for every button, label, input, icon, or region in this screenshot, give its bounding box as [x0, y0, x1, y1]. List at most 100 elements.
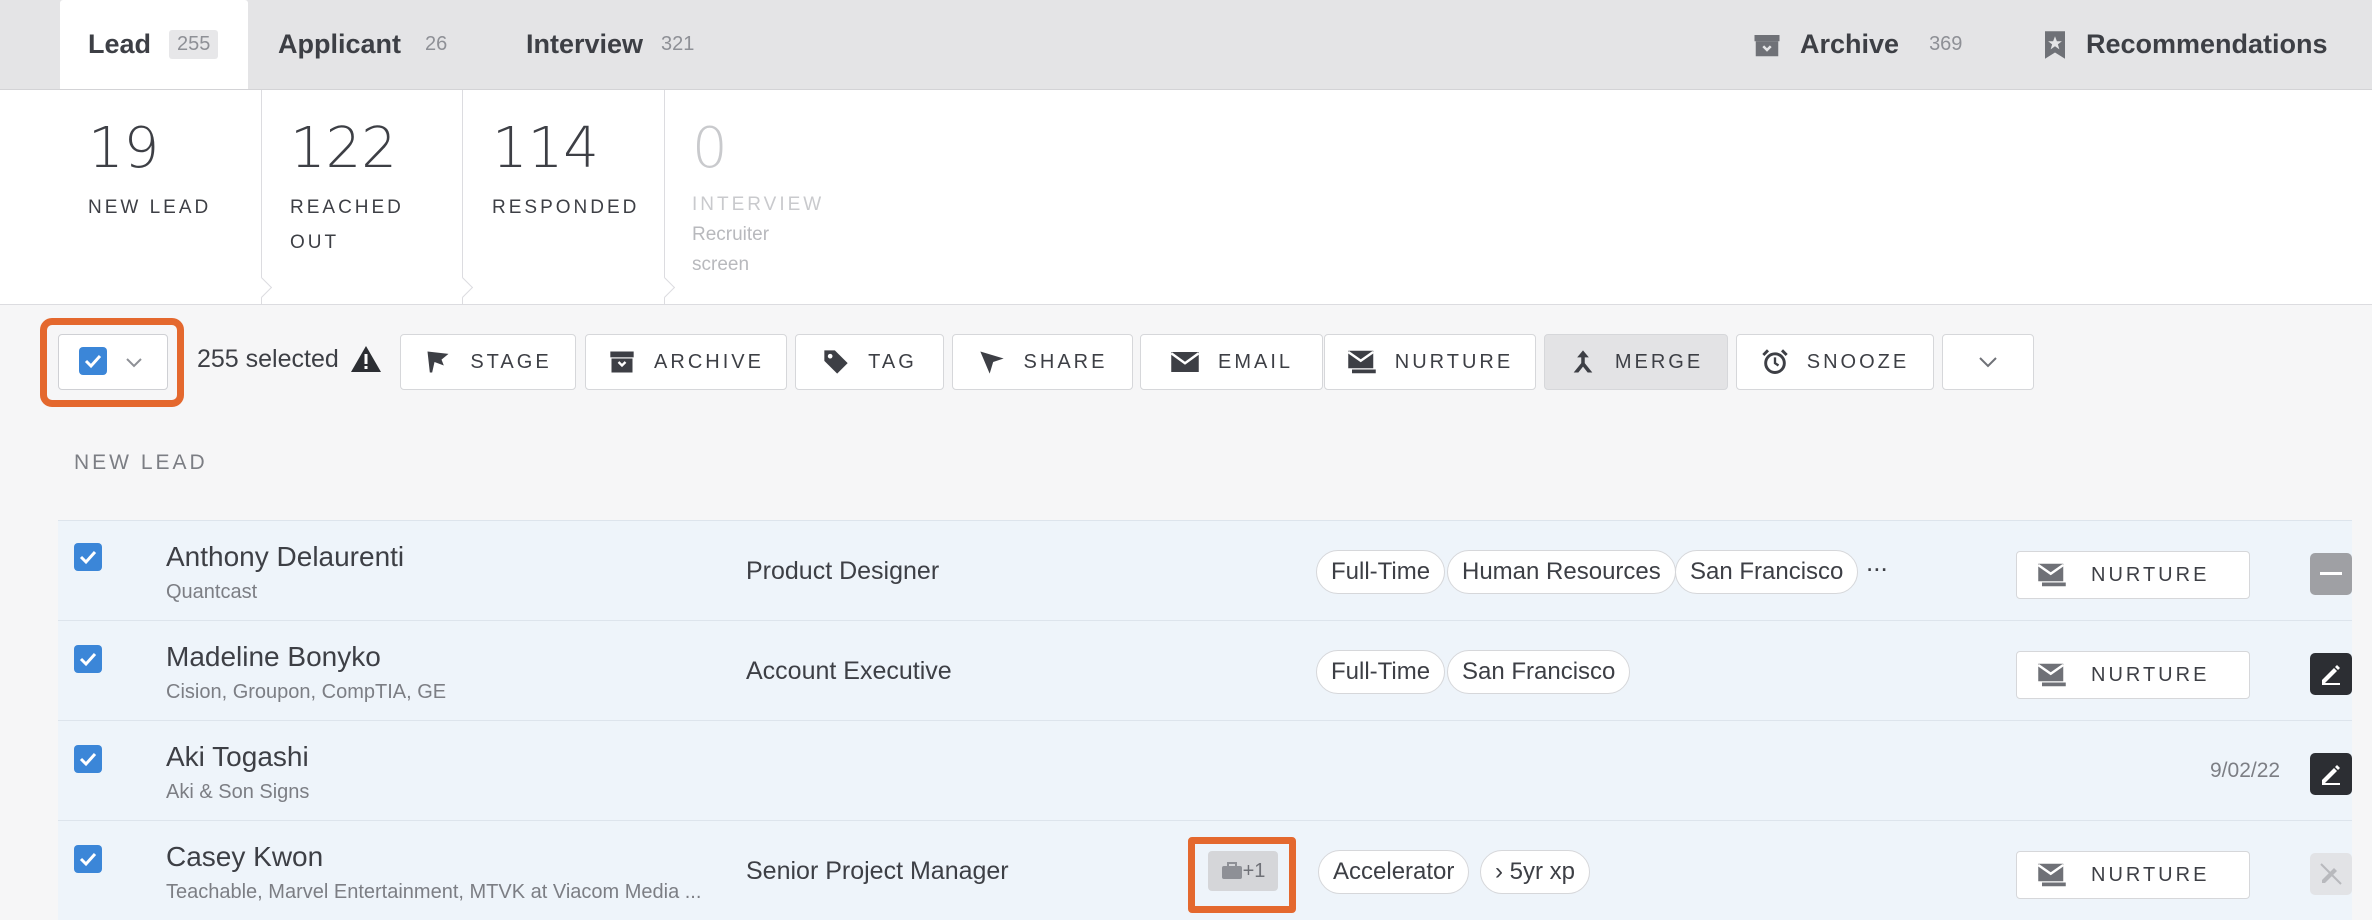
table-row[interactable]: Casey Kwon Teachable, Marvel Entertainme…	[58, 820, 2352, 920]
nurture-button[interactable]: NURTURE	[1324, 334, 1536, 390]
pencil-slash-icon	[2320, 863, 2342, 885]
nurture-envelope-icon	[2037, 663, 2066, 687]
section-title: NEW LEAD	[74, 451, 208, 474]
candidate-name[interactable]: Casey Kwon	[166, 841, 323, 873]
row-nurture-label: NURTURE	[2091, 563, 2210, 586]
snooze-button[interactable]: SNOOZE	[1736, 334, 1934, 390]
row-checkbox[interactable]	[74, 543, 102, 571]
snooze-button-label: SNOOZE	[1806, 350, 1910, 373]
tag-icon	[824, 350, 848, 374]
row-date: 9/02/22	[2210, 759, 2281, 782]
tab-label: Interview	[526, 29, 644, 59]
tab-count: 26	[425, 33, 448, 55]
nurture-envelope-icon	[2037, 563, 2066, 587]
stage-interview[interactable]: 0 INTERVIEW Recruiter screen	[664, 90, 864, 304]
job-count-badge[interactable]: +1	[1208, 851, 1278, 891]
email-button[interactable]: EMAIL	[1140, 334, 1323, 390]
tab-count: 321	[661, 33, 695, 55]
chevron-down-icon	[1979, 357, 1997, 368]
tag-pill: Human Resources	[1447, 550, 1676, 594]
checkmark-icon	[79, 852, 97, 867]
alarm-clock-icon	[1762, 349, 1788, 374]
candidate-companies: Quantcast	[166, 581, 258, 603]
row-nurture-label: NURTURE	[2091, 863, 2210, 886]
archive-box-icon	[610, 351, 634, 373]
share-button[interactable]: SHARE	[952, 334, 1133, 390]
recommendations-label: Recommendations	[2086, 29, 2328, 59]
share-cursor-icon	[979, 351, 1004, 374]
nurture-button-label: NURTURE	[1394, 350, 1514, 373]
candidate-name[interactable]: Aki Togashi	[166, 741, 309, 773]
pencil-icon	[2322, 665, 2340, 685]
checkmark-icon	[79, 652, 97, 667]
stage-responded[interactable]: 114 RESPONDED	[464, 90, 664, 304]
stage-summary: 19 NEW LEAD 122 REACHED OUT 114 RESPONDE…	[0, 90, 2372, 305]
checkmark-icon	[79, 752, 97, 767]
pipeline-tab-bar: Lead 255 Applicant 26 Interview 321 Arch…	[0, 0, 2372, 90]
stage-new-lead[interactable]: 19 NEW LEAD	[60, 90, 260, 304]
candidate-name[interactable]: Madeline Bonyko	[166, 641, 381, 673]
nurture-envelope-icon	[2037, 863, 2066, 887]
tag-pill: Accelerator	[1318, 850, 1470, 894]
selected-count: 255 selected	[197, 345, 339, 373]
more-actions-dropdown[interactable]	[1942, 334, 2034, 390]
checkmark-icon	[84, 354, 102, 369]
candidate-companies: Aki & Son Signs	[166, 781, 310, 803]
row-nurture-button[interactable]: NURTURE	[2016, 651, 2250, 699]
row-compose-button[interactable]	[2310, 753, 2352, 795]
tab-applicant[interactable]: Applicant 26	[278, 0, 447, 89]
row-nurture-label: NURTURE	[2091, 663, 2210, 686]
tag-button[interactable]: TAG	[795, 334, 944, 390]
merge-arrows-icon	[1573, 350, 1593, 373]
tab-label: Lead	[88, 29, 152, 59]
tab-lead[interactable]: Lead 255	[60, 0, 248, 89]
stage-button-label: STAGE	[470, 350, 552, 373]
row-nurture-button[interactable]: NURTURE	[2016, 851, 2250, 899]
table-row[interactable]: Anthony Delaurenti Quantcast Product Des…	[58, 520, 2352, 620]
stage-label: REACHED OUT	[290, 197, 404, 253]
row-compose-button[interactable]	[2310, 653, 2352, 695]
archive-count: 369	[1929, 33, 1963, 55]
recommendations-link[interactable]: Recommendations	[2042, 0, 2328, 89]
row-toggle-button[interactable]	[2310, 553, 2352, 595]
archive-label: Archive	[1800, 29, 1900, 59]
email-button-label: EMAIL	[1217, 350, 1294, 373]
stage-button[interactable]: STAGE	[400, 334, 576, 390]
tab-interview[interactable]: Interview 321	[526, 0, 694, 89]
row-checkbox[interactable]	[74, 645, 102, 673]
merge-button-label: MERGE	[1614, 350, 1704, 373]
archive-button-label: ARCHIVE	[654, 350, 764, 373]
archive-button[interactable]: ARCHIVE	[585, 334, 787, 390]
select-all-dropdown[interactable]	[58, 334, 168, 390]
candidate-companies: Teachable, Marvel Entertainment, MTVK at…	[166, 881, 702, 903]
tag-pill: Full-Time	[1316, 650, 1446, 694]
envelope-icon	[1170, 352, 1200, 372]
checkmark-icon	[79, 550, 97, 565]
warning-triangle-icon[interactable]	[350, 345, 382, 373]
candidate-title: Senior Project Manager	[746, 857, 1009, 885]
flag-icon	[427, 351, 449, 373]
row-nurture-button[interactable]: NURTURE	[2016, 551, 2250, 599]
archive-link[interactable]: Archive 369	[1752, 0, 1962, 89]
tag-pill: San Francisco	[1447, 650, 1631, 694]
row-checkbox[interactable]	[74, 745, 102, 773]
stage-count: 0	[692, 116, 728, 181]
candidate-name[interactable]: Anthony Delaurenti	[166, 541, 404, 573]
row-compose-button-disabled[interactable]	[2310, 853, 2352, 895]
stage-count: 114	[492, 116, 599, 181]
stage-label: RESPONDED	[492, 197, 640, 218]
candidate-title: Account Executive	[746, 657, 952, 685]
merge-button[interactable]: MERGE	[1544, 334, 1728, 390]
more-tags[interactable]: ...	[1866, 547, 1888, 578]
tab-count: 255	[169, 30, 219, 59]
chevron-down-icon	[126, 358, 142, 368]
candidate-companies: Cision, Groupon, CompTIA, GE	[166, 681, 447, 703]
job-count: +1	[1242, 859, 1266, 882]
stage-reached-out[interactable]: 122 REACHED OUT	[262, 90, 462, 304]
table-row[interactable]: Madeline Bonyko Cision, Groupon, CompTIA…	[58, 620, 2352, 720]
row-checkbox[interactable]	[74, 845, 102, 873]
select-all-checkbox[interactable]	[79, 347, 107, 375]
briefcase-icon	[1221, 862, 1242, 879]
table-row[interactable]: Aki Togashi Aki & Son Signs 9/02/22	[58, 720, 2352, 820]
stage-count: 122	[290, 116, 397, 181]
